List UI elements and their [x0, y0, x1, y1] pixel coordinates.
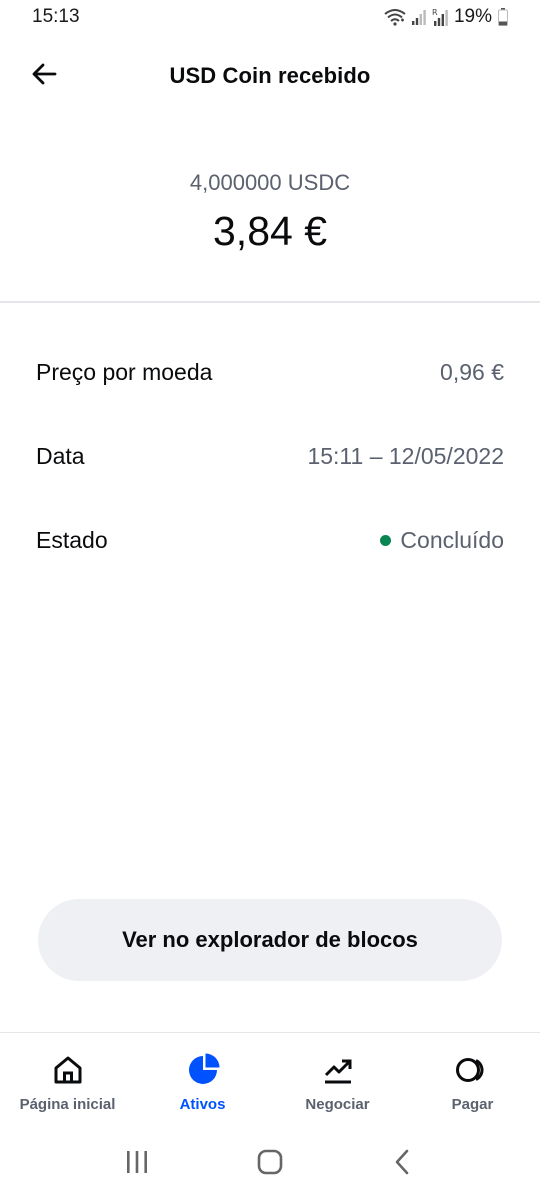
arrow-left-icon — [31, 63, 57, 90]
status-bar: 15:13 R 19% — [0, 0, 540, 34]
pie-chart-icon — [185, 1052, 221, 1088]
detail-label: Data — [36, 442, 85, 469]
amount-summary: 4,000000 USDC 3,84 € — [0, 166, 540, 260]
crypto-amount: 4,000000 USDC — [189, 170, 351, 195]
trend-chart-icon — [320, 1052, 356, 1088]
system-nav-bar — [0, 1128, 540, 1200]
nav-label: Negociar — [305, 1096, 370, 1113]
nav-item-home[interactable]: Página inicial — [0, 1038, 135, 1128]
divider — [0, 1032, 540, 1033]
status-icons: R 19% — [384, 6, 508, 28]
detail-label: Estado — [36, 526, 108, 553]
divider — [0, 301, 540, 303]
nav-label: Pagar — [451, 1096, 494, 1113]
home-icon — [50, 1052, 86, 1088]
detail-label: Preço por moeda — [36, 358, 213, 385]
detail-value: 0,96 € — [440, 358, 504, 385]
battery-percentage: 19% — [453, 6, 492, 27]
status-text: Concluído — [400, 526, 504, 553]
view-block-explorer-label: Ver no explorador de blocos — [122, 927, 418, 952]
system-back-button[interactable] — [378, 1139, 428, 1189]
nav-item-trade[interactable]: Negociar — [270, 1038, 405, 1128]
signal-roaming-icon: R — [432, 8, 448, 26]
detail-row-price: Preço por moeda 0,96 € — [36, 352, 504, 392]
status-time: 15:13 — [32, 6, 80, 27]
recent-apps-button[interactable] — [112, 1139, 162, 1189]
header: USD Coin recebido — [0, 48, 540, 104]
pay-circles-icon — [455, 1052, 491, 1088]
bottom-nav: Página inicial Ativos Negociar Pagar — [0, 1038, 540, 1128]
back-button[interactable] — [26, 58, 62, 94]
back-chevron-icon — [393, 1149, 413, 1180]
status-dot-icon — [380, 534, 392, 546]
wifi-icon — [384, 8, 406, 26]
nav-label: Ativos — [179, 1096, 226, 1113]
nav-item-pay[interactable]: Pagar — [405, 1038, 540, 1128]
fiat-amount: 3,84 € — [213, 208, 327, 254]
nav-item-assets[interactable]: Ativos — [135, 1038, 270, 1128]
nav-label: Página inicial — [19, 1096, 116, 1113]
system-home-button[interactable] — [245, 1139, 295, 1189]
status-value: Concluído — [380, 527, 504, 554]
recent-apps-icon — [125, 1150, 149, 1179]
screen: 15:13 R 19% USD Coin recebido 4,000000 U… — [0, 0, 540, 1200]
detail-row-status: Estado Concluído — [36, 520, 504, 560]
view-block-explorer-button[interactable]: Ver no explorador de blocos — [38, 899, 502, 981]
page-title: USD Coin recebido — [169, 63, 371, 88]
detail-value: 15:11 – 12/05/2022 — [307, 442, 504, 469]
signal-icon — [411, 9, 426, 25]
detail-row-date: Data 15:11 – 12/05/2022 — [36, 436, 504, 476]
svg-text:R: R — [432, 8, 438, 17]
battery-icon — [498, 8, 508, 26]
home-circle-icon — [257, 1149, 283, 1180]
